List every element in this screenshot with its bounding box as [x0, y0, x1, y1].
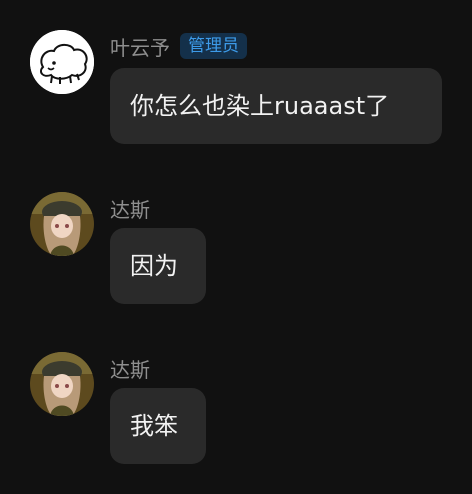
sender-row: 叶云予 管理员 — [110, 31, 247, 61]
message-bubble[interactable]: 因为 — [110, 228, 206, 304]
sheep-doodle-icon — [30, 30, 94, 94]
avatar[interactable] — [30, 352, 94, 416]
sender-row: 达斯 — [110, 193, 150, 223]
message-bubble[interactable]: 我笨 — [110, 388, 206, 464]
anime-girl-avatar — [30, 352, 94, 416]
sender-name[interactable]: 叶云予 — [110, 32, 170, 61]
sender-row: 达斯 — [110, 353, 150, 383]
anime-girl-avatar — [30, 192, 94, 256]
sender-name[interactable]: 达斯 — [110, 194, 150, 223]
chat-message: 达斯 我笨 — [0, 320, 472, 470]
avatar[interactable] — [30, 30, 94, 94]
chat-message: 达斯 因为 — [0, 160, 472, 310]
sender-name[interactable]: 达斯 — [110, 354, 150, 383]
admin-badge: 管理员 — [180, 33, 247, 59]
message-bubble[interactable]: 你怎么也染上ruaaast了 — [110, 68, 442, 144]
avatar[interactable] — [30, 192, 94, 256]
chat-message: 叶云予 管理员 你怎么也染上ruaaast了 — [0, 0, 472, 150]
